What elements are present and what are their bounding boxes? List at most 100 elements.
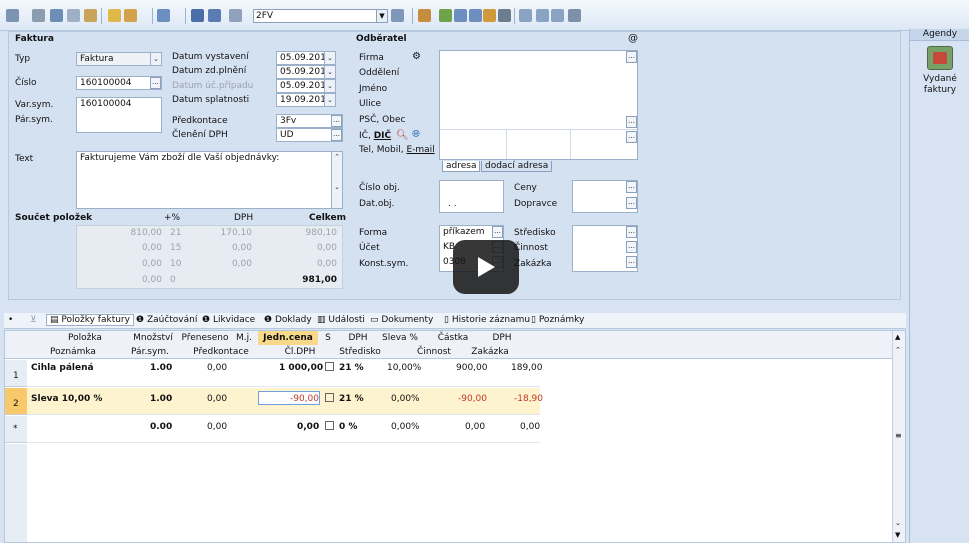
item-price: 1 000,00: [279, 363, 324, 373]
col-poznamka[interactable]: Poznámka: [43, 347, 103, 357]
filter-icon[interactable]: [391, 9, 404, 22]
print-preview-icon[interactable]: [50, 9, 63, 22]
tab-doklady[interactable]: ❶ Doklady: [264, 315, 312, 325]
dic-label[interactable]: DIČ: [374, 131, 391, 141]
col-mnozstvi[interactable]: Množství: [133, 333, 173, 343]
back-icon[interactable]: [6, 9, 19, 22]
item-s-checkbox[interactable]: [325, 421, 334, 430]
col-dph[interactable]: DPH: [343, 333, 373, 343]
table-row-selected[interactable]: Sleva 10,00 % 1.00 0,00 -90,00 21 % 0,00…: [27, 388, 543, 415]
pin-icon[interactable]: •: [8, 315, 13, 325]
search-icon[interactable]: 🔍︎: [396, 130, 409, 141]
datum-zd-input[interactable]: 05.09.2016 ⌄: [276, 65, 336, 79]
stredisko-box[interactable]: ………: [572, 225, 638, 272]
datum-splat-input[interactable]: 19.09.2016 ⌄: [276, 93, 336, 107]
layout-icon[interactable]: [536, 9, 549, 22]
col-stredisko[interactable]: Středisko: [335, 347, 385, 357]
row-indicator[interactable]: 1: [5, 360, 27, 387]
folder-icon[interactable]: [418, 9, 431, 22]
col-parsym[interactable]: Pár.sym.: [125, 347, 175, 357]
cinnost-label: Činnost: [514, 243, 548, 253]
tab-dodaci-adresa[interactable]: dodací adresa: [481, 161, 553, 172]
typ-select[interactable]: Faktura ⌄: [76, 52, 162, 66]
scroll-down-icon[interactable]: ⌄: [895, 519, 901, 527]
scroll-up-icon[interactable]: ⌃: [895, 346, 901, 354]
col-cldph[interactable]: Čl.DPH: [280, 347, 320, 357]
table-row[interactable]: Cihla pálená 1.00 0,00 1 000,00 21 % 10,…: [27, 360, 543, 387]
tab-polozky[interactable]: ▤ Položky faktury: [46, 314, 134, 326]
ulice-label: Ulice: [359, 99, 382, 109]
edit-icon[interactable]: [124, 9, 137, 22]
varsym-input[interactable]: 160100004: [76, 97, 162, 133]
ceny-label: Ceny: [514, 183, 537, 193]
item-s-checkbox[interactable]: [325, 393, 334, 402]
item-castka: -90,00: [458, 394, 488, 404]
cislo-input[interactable]: 160100004…: [76, 76, 162, 90]
varsym-value: 160100004: [80, 99, 132, 109]
panel-icon[interactable]: [551, 9, 564, 22]
col-castka[interactable]: Částka: [433, 333, 473, 343]
item-s-checkbox[interactable]: [325, 362, 334, 371]
new-icon[interactable]: [108, 9, 121, 22]
help-icon[interactable]: [568, 9, 581, 22]
datum-uc-input[interactable]: 05.09.2016 ⌄: [276, 79, 336, 93]
save-icon[interactable]: [191, 9, 204, 22]
tab-historie[interactable]: ▯ Historie záznamu: [444, 315, 530, 325]
col-jedn-cena[interactable]: Jedn.cena: [258, 333, 318, 343]
tab-poznamky[interactable]: ▯ Poznámky: [531, 315, 584, 325]
export-icon[interactable]: [67, 9, 80, 22]
grid-icon[interactable]: [454, 9, 467, 22]
filter-icon[interactable]: ⊻: [30, 315, 37, 325]
col-cinnost[interactable]: Činnost: [409, 347, 459, 357]
col-polozka[interactable]: Položka: [55, 333, 115, 343]
invoice-icon[interactable]: [927, 46, 953, 70]
scroll-top-icon[interactable]: ▲: [895, 333, 900, 341]
report-icon[interactable]: [84, 9, 97, 22]
scroll-bottom-icon[interactable]: ▼: [895, 531, 900, 539]
arrow-left-icon[interactable]: [157, 9, 170, 22]
table-icon[interactable]: [469, 9, 482, 22]
chevron-down-icon[interactable]: ▼: [376, 10, 387, 22]
copy-icon[interactable]: [229, 9, 242, 22]
agenda-item-vydane-faktury[interactable]: Vydané faktury: [912, 74, 968, 96]
col-sleva[interactable]: Sleva %: [380, 333, 420, 343]
contact-lookup-icon[interactable]: ⚙: [412, 51, 421, 62]
vertical-scrollbar[interactable]: ▲ ⌃ ≡ ⌄ ▼: [892, 331, 905, 542]
tab-likvidace[interactable]: ❶ Likvidace: [202, 315, 255, 325]
text-area[interactable]: Fakturujeme Vám zboží dle Vaší objednávk…: [76, 151, 343, 209]
cislo-obj-input[interactable]: . .: [439, 180, 504, 213]
col-zakazka[interactable]: Zakázka: [465, 347, 515, 357]
item-name: Cihla pálená: [31, 363, 94, 373]
col-preneseno[interactable]: Přeneseno: [180, 333, 230, 343]
col-s[interactable]: S: [323, 333, 333, 343]
tab-zauctovani[interactable]: ❶ Zaúčtování: [136, 315, 197, 325]
ceny-dopravce-box[interactable]: ……: [572, 180, 638, 213]
cleneni-input[interactable]: UD…: [276, 128, 343, 142]
row-indicator[interactable]: *: [5, 416, 27, 443]
table-row-new[interactable]: 0.00 0,00 0,00 0 % 0,00% 0,00 0,00: [27, 416, 540, 443]
address-box[interactable]: … … …: [439, 50, 638, 160]
at-icon[interactable]: @: [628, 33, 638, 44]
video-play-button[interactable]: [453, 240, 519, 294]
datum-vystaveni-input[interactable]: 05.09.2016 ⌄: [276, 51, 336, 65]
users-icon[interactable]: [483, 9, 496, 22]
tab-udalosti[interactable]: ▥ Události: [317, 315, 365, 325]
col-dph-value[interactable]: DPH: [487, 333, 517, 343]
document-series-select[interactable]: 2FV ▼: [253, 9, 388, 23]
globe-icon[interactable]: 🌐︎: [412, 129, 420, 140]
ucet-label: Účet: [359, 243, 380, 253]
print-icon[interactable]: [32, 9, 45, 22]
tab-dokumenty[interactable]: ▭ Dokumenty: [370, 315, 433, 325]
predkontace-input[interactable]: 3Fv…: [276, 114, 343, 128]
tab-adresa[interactable]: adresa: [442, 161, 481, 172]
barcode-icon[interactable]: [498, 9, 511, 22]
save-all-icon[interactable]: [208, 9, 221, 22]
scroll-thumb-icon[interactable]: ≡: [895, 431, 902, 440]
soucet-cell: 810,00: [130, 228, 163, 238]
col-mj[interactable]: M.j.: [233, 333, 255, 343]
row-indicator[interactable]: 2: [5, 388, 27, 415]
col-predkontace[interactable]: Předkontace: [191, 347, 251, 357]
refresh-icon[interactable]: [439, 9, 452, 22]
window-icon[interactable]: [519, 9, 532, 22]
email-link[interactable]: E-mail: [406, 145, 434, 155]
